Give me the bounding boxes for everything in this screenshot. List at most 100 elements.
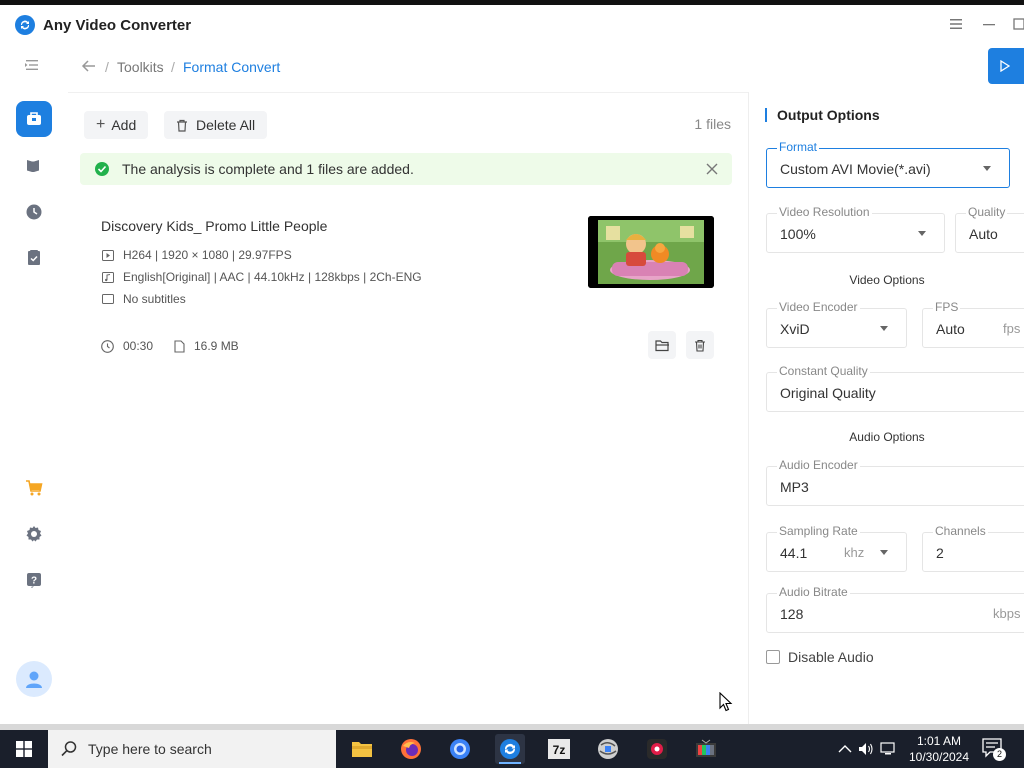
video-encoder-label: Video Encoder xyxy=(777,300,860,314)
breadcrumb-toolkits[interactable]: Toolkits xyxy=(117,59,164,75)
back-arrow-icon[interactable] xyxy=(80,57,98,75)
quality-value: Auto xyxy=(969,226,998,242)
taskbar-clock[interactable]: 1:01 AM 10/30/2024 xyxy=(905,733,973,765)
breadcrumb-separator: / xyxy=(105,59,109,75)
audio-icon xyxy=(101,271,115,283)
audio-options-heading: Audio Options xyxy=(849,430,925,444)
audio-encoder-label: Audio Encoder xyxy=(777,458,860,472)
user-icon xyxy=(26,671,42,688)
video-info-row: H264 | 1920 × 1080 | 29.97FPS xyxy=(101,248,292,262)
7zip-taskbar[interactable]: 7z xyxy=(544,734,574,764)
active-indicator xyxy=(499,762,521,764)
format-label: Format xyxy=(777,140,820,154)
sidebar-collapse-icon[interactable] xyxy=(24,58,42,74)
file-count: 1 files xyxy=(694,116,731,132)
any-video-converter-taskbar[interactable] xyxy=(495,734,525,764)
constant-quality-select[interactable]: Constant Quality Original Quality xyxy=(766,364,1024,412)
video-icon xyxy=(101,249,115,261)
clock-time: 1:01 AM xyxy=(916,734,962,748)
delete-all-button[interactable]: Delete All xyxy=(164,111,268,139)
sidebar-item-settings[interactable] xyxy=(16,516,52,552)
record-icon xyxy=(647,739,667,759)
delete-file-button[interactable] xyxy=(686,331,714,359)
toolbox-icon xyxy=(27,112,41,125)
7zip-icon: 7z xyxy=(548,739,570,759)
avatar[interactable] xyxy=(16,661,52,697)
cart-icon xyxy=(26,480,43,496)
tv-icon xyxy=(696,739,716,757)
taskbar: Type here to search 7z 1:01 AM 10/30/202… xyxy=(0,730,1024,768)
add-label: Add xyxy=(111,117,137,133)
fps-input[interactable]: FPS Auto fps xyxy=(922,300,1024,348)
sidebar-item-tasks[interactable] xyxy=(16,240,52,276)
video-resolution-select[interactable]: Video Resolution 100% xyxy=(766,205,945,253)
output-options-panel: Output Options Format Custom AVI Movie(*… xyxy=(748,92,1024,724)
sidebar-item-library[interactable] xyxy=(16,148,52,184)
media-app-taskbar[interactable] xyxy=(593,734,623,764)
breadcrumb-current: Format Convert xyxy=(183,59,281,75)
channels-select[interactable]: Channels 2 xyxy=(922,524,1024,572)
volume-icon[interactable] xyxy=(858,742,874,756)
tv-app-taskbar[interactable] xyxy=(691,734,721,764)
format-select[interactable]: Format Custom AVI Movie(*.avi) xyxy=(766,140,1010,188)
file-title: Discovery Kids_ Promo Little People xyxy=(101,218,328,234)
app-logo-icon xyxy=(500,739,520,759)
audio-info-row: English[Original] | AAC | 44.10kHz | 128… xyxy=(101,270,422,284)
video-info: H264 | 1920 × 1080 | 29.97FPS xyxy=(123,248,292,262)
duration: 00:30 xyxy=(123,339,154,353)
add-button[interactable]: + Add xyxy=(84,111,149,139)
browser-taskbar[interactable] xyxy=(445,734,475,764)
plus-icon: + xyxy=(96,116,106,133)
sampling-rate-select[interactable]: Sampling Rate 44.1 khz xyxy=(766,524,907,572)
sampling-rate-unit: khz xyxy=(844,545,865,560)
panel-title: Output Options xyxy=(765,108,880,122)
maximize-icon[interactable] xyxy=(1010,15,1024,33)
video-resolution-label: Video Resolution xyxy=(777,205,872,219)
quality-select[interactable]: Quality Auto xyxy=(955,205,1024,253)
disable-audio-checkbox[interactable] xyxy=(766,650,780,664)
alert-message: The analysis is complete and 1 files are… xyxy=(122,161,414,177)
audio-bitrate-value: 128 xyxy=(780,606,804,622)
sidebar-item-store[interactable] xyxy=(16,470,52,506)
subtitle-info: No subtitles xyxy=(123,292,186,306)
close-icon[interactable] xyxy=(706,163,718,175)
chevron-down-icon xyxy=(918,231,926,236)
folder-icon xyxy=(352,742,372,757)
video-encoder-value: XviD xyxy=(780,321,810,337)
audio-encoder-select[interactable]: Audio Encoder MP3 xyxy=(766,458,1024,506)
open-folder-button[interactable] xyxy=(648,331,676,359)
file-icon xyxy=(174,339,185,353)
chevron-up-icon[interactable] xyxy=(838,744,852,754)
menu-icon[interactable] xyxy=(947,15,965,33)
globe-icon xyxy=(598,739,618,759)
chevron-down-icon xyxy=(983,166,991,171)
video-thumbnail[interactable] xyxy=(588,216,714,288)
title-bar: Any Video Converter xyxy=(0,5,1024,45)
firefox-icon xyxy=(401,739,421,759)
sidebar-item-help[interactable]: ? xyxy=(16,562,52,598)
subtitle-icon xyxy=(101,293,115,305)
channels-label: Channels xyxy=(933,524,988,538)
firefox-taskbar[interactable] xyxy=(396,734,426,764)
audio-bitrate-input[interactable]: Audio Bitrate 128 kbps xyxy=(766,585,1024,633)
audio-bitrate-label: Audio Bitrate xyxy=(777,585,850,599)
duration-row: 00:30 xyxy=(101,339,153,353)
search-icon xyxy=(61,741,77,757)
start-button[interactable] xyxy=(0,730,48,768)
notification-center[interactable]: 2 xyxy=(982,738,1006,761)
svg-text:7z: 7z xyxy=(553,743,566,757)
search-placeholder: Type here to search xyxy=(88,741,212,757)
sidebar-item-history[interactable] xyxy=(16,194,52,230)
fps-value: Auto xyxy=(936,321,965,337)
sidebar-item-toolkits[interactable] xyxy=(16,101,52,137)
video-encoder-select[interactable]: Video Encoder XviD xyxy=(766,300,907,348)
file-explorer-taskbar[interactable] xyxy=(347,734,377,764)
recorder-taskbar[interactable] xyxy=(642,734,672,764)
clock-icon xyxy=(26,204,42,220)
video-resolution-value: 100% xyxy=(780,226,816,242)
disable-audio-label[interactable]: Disable Audio xyxy=(788,649,874,665)
network-icon[interactable] xyxy=(880,742,896,756)
minimize-icon[interactable] xyxy=(980,15,998,33)
convert-button[interactable] xyxy=(988,48,1024,84)
taskbar-search[interactable]: Type here to search xyxy=(48,730,336,768)
